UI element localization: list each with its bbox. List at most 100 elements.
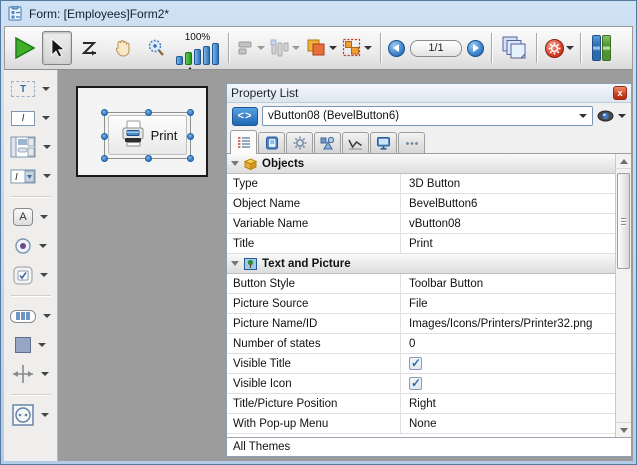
property-row[interactable]: Object Name BevelButton6 [227, 194, 615, 214]
property-row[interactable]: Variable Name vButton08 [227, 214, 615, 234]
tool-listbox[interactable] [10, 137, 51, 157]
actions-button[interactable] [544, 31, 575, 65]
property-value[interactable]: Print [401, 234, 615, 253]
collapse-triangle-icon[interactable] [231, 161, 239, 166]
chevron-down-icon[interactable] [40, 273, 48, 277]
property-row[interactable]: Title/Picture Position Right [227, 394, 615, 414]
distribution-button[interactable] [269, 31, 301, 65]
tool-radio-button[interactable] [14, 236, 47, 256]
tab-book[interactable] [258, 132, 285, 153]
scroll-up-button[interactable] [616, 154, 631, 169]
alignment-button[interactable] [236, 31, 266, 65]
selection-handle-se[interactable] [187, 155, 194, 162]
chevron-down-icon[interactable] [43, 174, 51, 178]
property-value[interactable]: 3D Button [401, 174, 615, 193]
tab-events[interactable] [342, 132, 369, 153]
selection-handle-ne[interactable] [187, 109, 194, 116]
chevron-down-icon[interactable] [39, 244, 47, 248]
zoom-bars[interactable] [176, 43, 219, 65]
property-value[interactable]: None [401, 414, 615, 433]
form-page[interactable]: Print [76, 86, 208, 177]
selection-handle-e[interactable] [187, 133, 194, 140]
property-value[interactable]: Toolbar Button [401, 274, 615, 293]
close-icon[interactable]: x [613, 86, 627, 100]
move-tool-button[interactable] [108, 31, 138, 65]
print-button-object[interactable]: Print [108, 115, 187, 155]
library-button[interactable] [592, 35, 611, 61]
property-row[interactable]: Type 3D Button [227, 174, 615, 194]
selected-object-bounds[interactable]: Print [104, 112, 191, 159]
section-header-objects[interactable]: Objects [227, 154, 615, 174]
chevron-down-icon[interactable] [43, 145, 51, 149]
checkbox-checked[interactable] [409, 377, 422, 390]
property-row[interactable]: Button Style Toolbar Button [227, 274, 615, 294]
scrollbar[interactable] [615, 154, 631, 437]
level-dropdown-arrow[interactable] [329, 46, 337, 50]
chevron-down-icon[interactable] [43, 314, 51, 318]
tool-combobox[interactable]: I [10, 166, 51, 186]
tab-objects[interactable] [314, 132, 341, 153]
zoom-bar-100-current[interactable] [185, 52, 192, 65]
chevron-down-icon[interactable] [42, 116, 50, 120]
themes-bar[interactable]: All Themes [227, 437, 631, 456]
actions-dropdown-arrow[interactable] [566, 46, 574, 50]
property-row[interactable]: With Pop-up Menu None [227, 414, 615, 434]
selection-handle-nw[interactable] [101, 109, 108, 116]
property-row[interactable]: Number of states 0 [227, 334, 615, 354]
display-mode-button[interactable] [499, 31, 529, 65]
zoom-bar-400[interactable] [203, 46, 210, 65]
selection-handle-n[interactable] [145, 109, 152, 116]
property-value[interactable]: File [401, 294, 615, 313]
property-row[interactable]: Picture Source File [227, 294, 615, 314]
tool-rectangle[interactable] [15, 335, 46, 355]
property-value[interactable]: BevelButton6 [401, 194, 615, 213]
selection-handle-w[interactable] [101, 133, 108, 140]
execute-form-button[interactable] [9, 31, 39, 65]
selection-handle-s[interactable] [145, 155, 152, 162]
section-header-text-and-picture[interactable]: Text and Picture [227, 254, 615, 274]
tool-splitter[interactable] [12, 364, 49, 384]
view-options-button[interactable] [597, 110, 626, 122]
property-row[interactable]: Visible Title [227, 354, 615, 374]
zoom-bar-800[interactable] [212, 43, 219, 65]
tool-button-grid[interactable] [10, 306, 51, 326]
chevron-down-icon[interactable] [41, 413, 49, 417]
checkbox-checked[interactable] [409, 357, 422, 370]
selection-handle-sw[interactable] [101, 155, 108, 162]
zoom-bar-50[interactable] [176, 56, 183, 65]
property-row[interactable]: Title Print [227, 234, 615, 254]
tab-property-list[interactable] [230, 130, 257, 154]
scroll-down-button[interactable] [616, 422, 631, 437]
chevron-down-icon[interactable] [41, 372, 49, 376]
tool-text[interactable]: T [11, 79, 50, 99]
chevron-down-icon[interactable] [38, 343, 46, 347]
object-navigator-button[interactable]: <> [232, 107, 258, 126]
chevron-down-icon[interactable] [40, 215, 48, 219]
property-list-titlebar[interactable]: Property List x [227, 84, 631, 103]
tab-settings[interactable] [286, 132, 313, 153]
tool-plugin-area[interactable] [12, 405, 49, 425]
scrollbar-thumb[interactable] [617, 173, 630, 269]
tool-checkbox[interactable] [13, 265, 48, 285]
entry-order-tool-button[interactable] [75, 31, 105, 65]
group-button[interactable] [341, 31, 373, 65]
property-value[interactable]: Images/Icons/Printers/Printer32.png [401, 314, 615, 333]
previous-page-button[interactable] [388, 40, 405, 57]
zoom-bar-200[interactable] [194, 49, 201, 65]
property-row[interactable]: Picture Name/ID Images/Icons/Printers/Pr… [227, 314, 615, 334]
object-selector-dropdown[interactable]: vButton08 (BevelButton6) [262, 106, 593, 126]
selection-tool-button[interactable] [42, 31, 72, 65]
tool-input[interactable]: I [11, 108, 50, 128]
tab-more[interactable] [398, 132, 425, 153]
alignment-dropdown-arrow[interactable] [257, 46, 265, 50]
zoom-tool-button[interactable] [141, 31, 171, 65]
property-value[interactable]: 0 [401, 334, 615, 353]
group-dropdown-arrow[interactable] [364, 46, 372, 50]
property-value[interactable]: vButton08 [401, 214, 615, 233]
property-value[interactable]: Right [401, 394, 615, 413]
level-button[interactable] [304, 31, 338, 65]
tab-display[interactable] [370, 132, 397, 153]
chevron-down-icon[interactable] [42, 87, 50, 91]
property-row[interactable]: Visible Icon [227, 374, 615, 394]
collapse-triangle-icon[interactable] [231, 261, 239, 266]
